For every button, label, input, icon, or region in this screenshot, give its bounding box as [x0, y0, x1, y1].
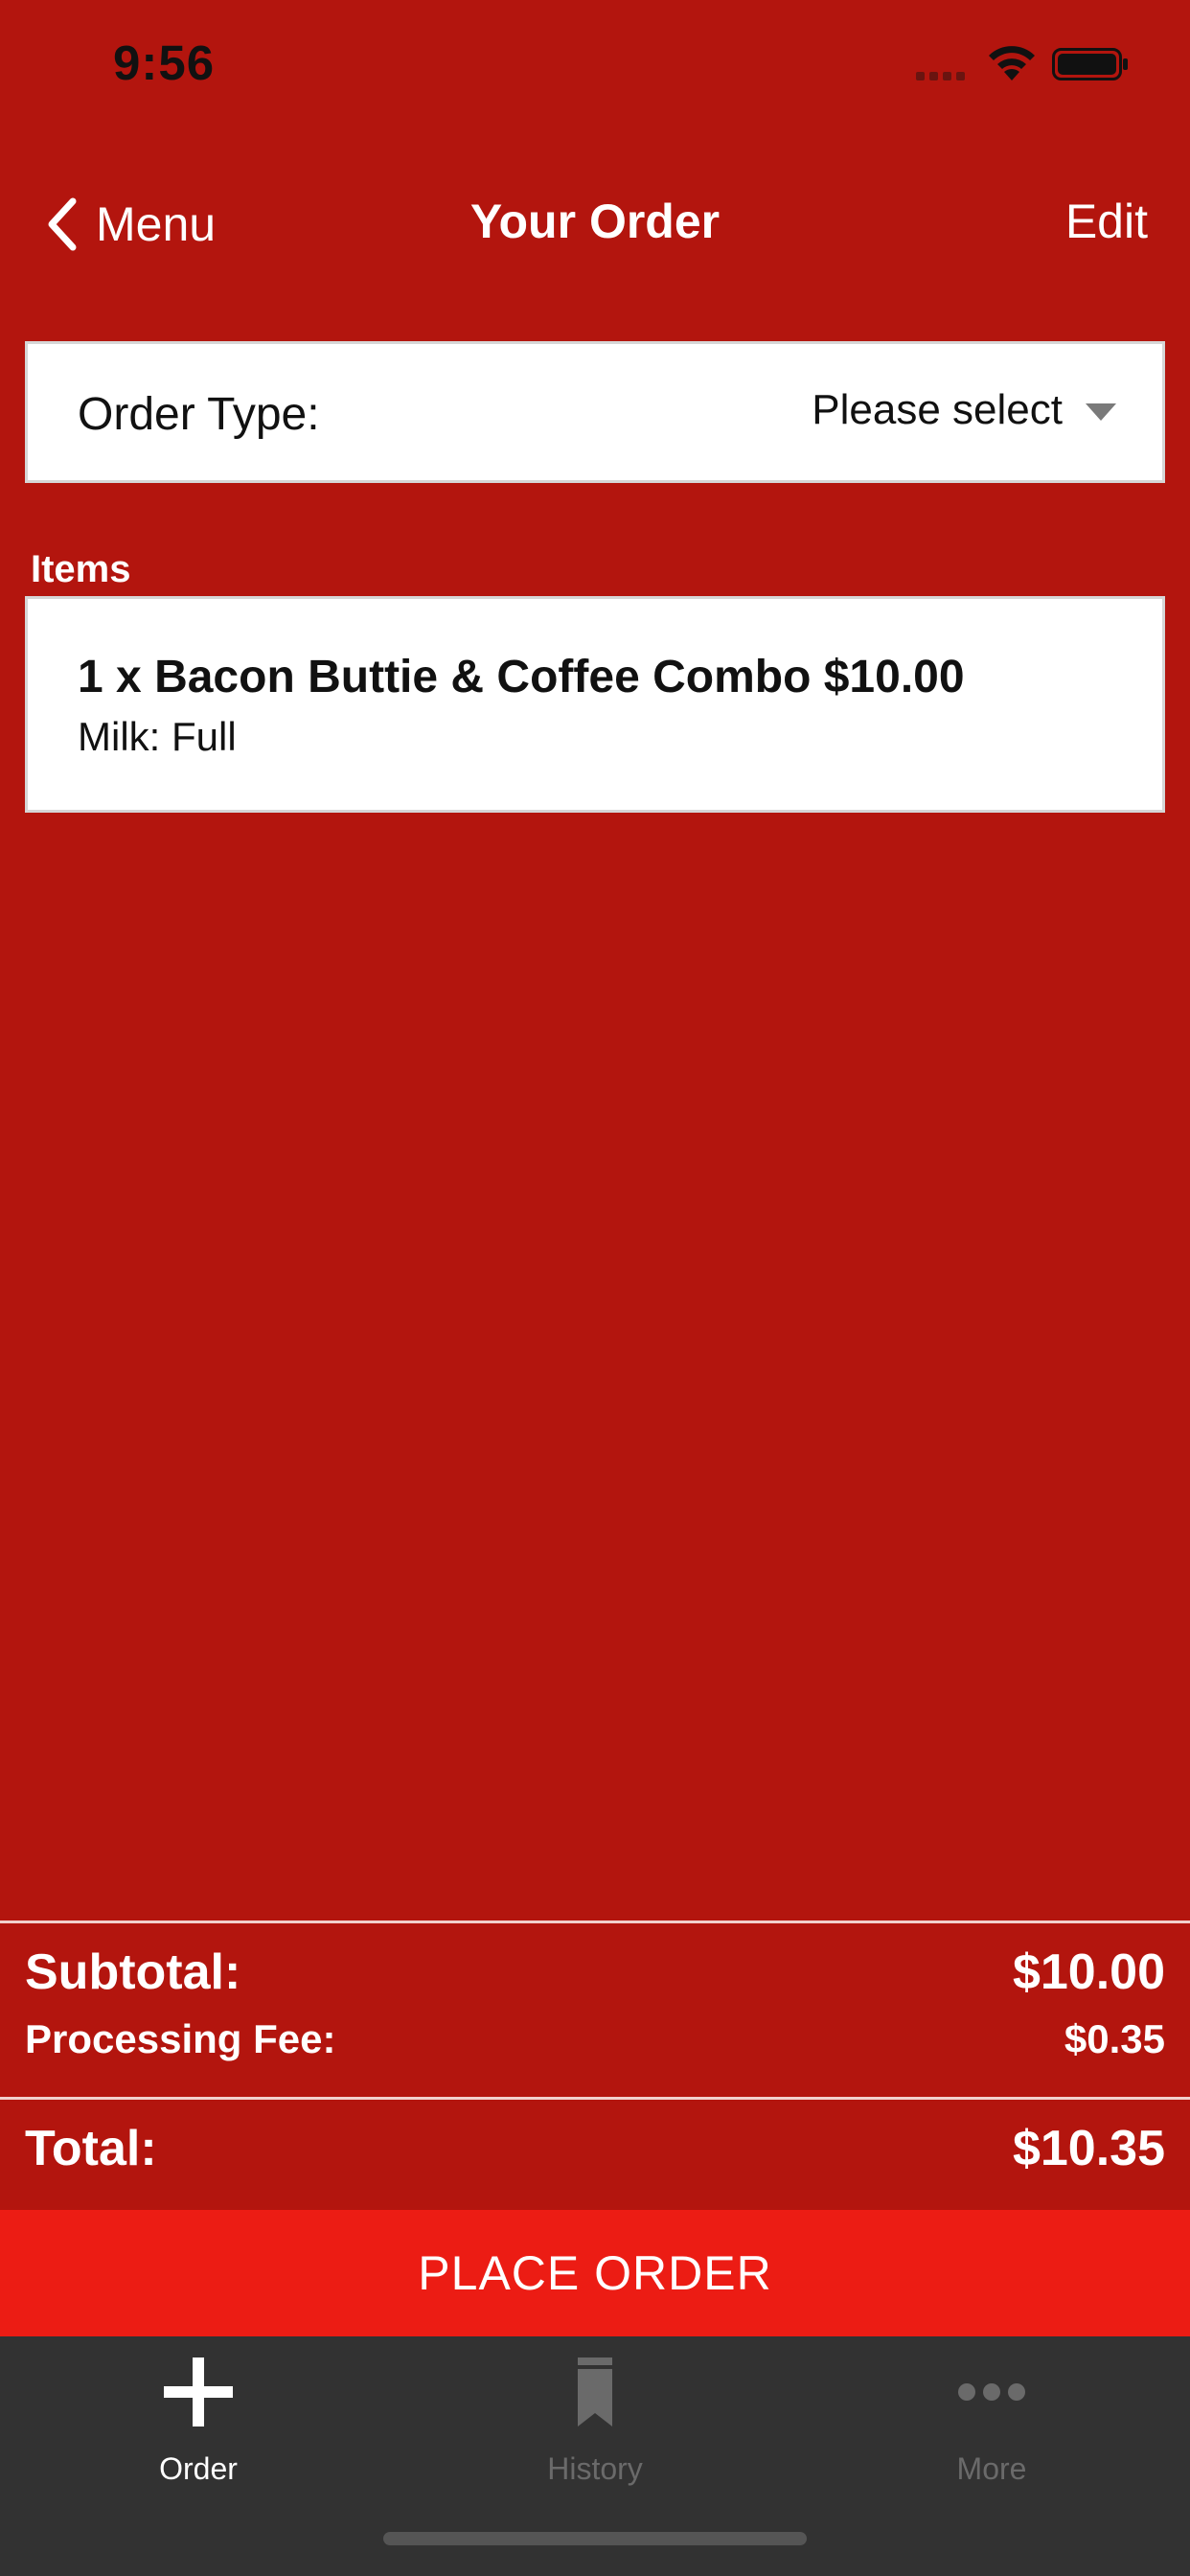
tab-order[interactable]: Order — [0, 2336, 397, 2490]
home-indicator[interactable] — [383, 2532, 807, 2545]
totals-divider-bottom — [0, 2097, 1190, 2100]
totals-divider-top — [0, 1920, 1190, 1923]
cellular-signal-icon — [916, 69, 970, 80]
order-type-label: Order Type: — [78, 389, 320, 440]
more-dots-icon — [958, 2383, 1025, 2401]
tab-order-label: Order — [159, 2451, 238, 2486]
tab-history[interactable]: History — [397, 2336, 793, 2490]
tab-more-label: More — [956, 2451, 1027, 2486]
place-order-button[interactable]: PLACE ORDER — [0, 2210, 1190, 2336]
tab-more[interactable]: More — [793, 2336, 1190, 2490]
bookmark-icon — [578, 2358, 612, 2426]
navigation-bar: Menu Your Order Edit — [0, 144, 1190, 297]
status-bar: 9:56 — [0, 0, 1190, 126]
items-section-label: Items — [31, 548, 131, 590]
order-screen: 9:56 Menu Your Order Edit Order Type: Pl… — [0, 0, 1190, 2576]
status-time: 9:56 — [113, 35, 216, 90]
subtotal-label: Subtotal: — [25, 1944, 241, 2000]
battery-icon — [1052, 48, 1128, 80]
page-title: Your Order — [469, 195, 721, 248]
total-label: Total: — [25, 2121, 157, 2176]
subtotal-value: $10.00 — [1012, 1944, 1165, 2000]
order-item[interactable]: 1 x Bacon Buttie & Coffee Combo $10.00 M… — [25, 596, 1165, 813]
tab-history-label: History — [547, 2451, 643, 2486]
order-item-modifier: Milk: Full — [78, 714, 237, 759]
processing-fee-value: $0.35 — [1064, 2016, 1165, 2061]
total-value: $10.35 — [1012, 2121, 1165, 2176]
plus-icon — [164, 2358, 233, 2426]
order-item-title: 1 x Bacon Buttie & Coffee Combo $10.00 — [78, 652, 965, 702]
wifi-icon — [989, 46, 1035, 80]
edit-button[interactable]: Edit — [1065, 194, 1148, 249]
processing-fee-label: Processing Fee: — [25, 2016, 336, 2061]
order-type-selector[interactable]: Order Type: Please select — [25, 341, 1165, 483]
order-type-value[interactable]: Please select — [812, 386, 1063, 434]
caret-down-icon[interactable] — [1086, 403, 1116, 423]
